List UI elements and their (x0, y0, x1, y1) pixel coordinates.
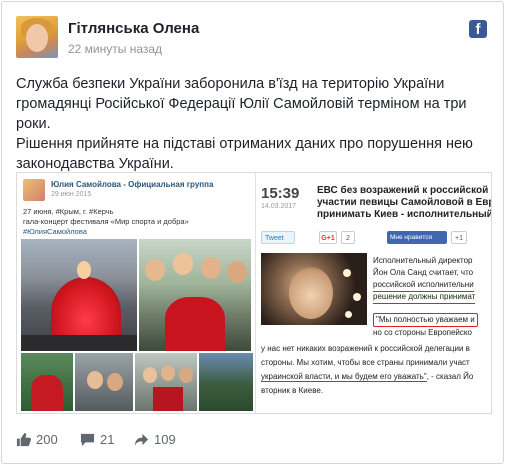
vk-group-avatar (23, 179, 45, 201)
vk-group-name: Юлия Самойлова - Официальная группа (51, 180, 214, 189)
news-body-line-10: вторник в Киеве. (261, 386, 324, 395)
news-headline: ЕВС без возражений к российской де участ… (317, 185, 492, 221)
news-quote-start: "Мы полностью уважаем и (373, 313, 478, 327)
news-date: 14.03.2017 (261, 203, 297, 210)
comment-icon (80, 433, 95, 447)
likes-stat[interactable]: 200 (16, 432, 58, 447)
post-card: Гітлянська Олена 22 минуты назад f Служб… (1, 1, 504, 464)
news-body-line-9: украинской власти, и мы будем его уважат… (261, 371, 473, 383)
vk-line-3: #ЮлияСамойлова (23, 227, 87, 236)
news-headline-line-2: участии певицы Самойловой в Евро (317, 197, 492, 208)
vk-line-1: 27 июня, #Крым, г. #Керчь (23, 207, 114, 216)
shares-count: 109 (154, 432, 176, 447)
group-photo-large (139, 239, 251, 351)
news-screenshot: 15:39 14.03.2017 ЕВС без возражений к ро… (257, 173, 491, 413)
post-paragraph-1: Служба безпеки України заборонила в'їзд … (16, 76, 467, 132)
photo-thumb-4 (199, 353, 253, 411)
photo-thumb-1 (21, 353, 73, 411)
vk-screenshot: Юлия Самойлова - Официальная группа 29 и… (17, 173, 256, 413)
fb-like-button: Мне нравится (387, 231, 447, 244)
photo-thumb-2 (75, 353, 133, 411)
news-time: 15:39 (261, 185, 300, 202)
news-headline-line-1: ЕВС без возражений к российской де (317, 185, 492, 196)
photo-thumb-3 (135, 353, 197, 411)
news-quote-attribution: , - сказал Йо (426, 372, 474, 381)
news-body-line-4: решение должны принимат (373, 291, 476, 304)
post-timestamp[interactable]: 22 минуты назад (68, 42, 162, 56)
post-paragraph-2: Рішення прийняте на підставі отриманих д… (16, 136, 473, 172)
news-quote-underlined: украинской власти, и мы будем его уважат… (261, 372, 427, 382)
shares-stat[interactable]: 109 (134, 432, 176, 447)
news-body-line-7: у нас нет никаких возражений к российско… (261, 344, 470, 353)
thumbs-up-icon (16, 432, 31, 447)
concert-photo (21, 239, 137, 351)
likes-count: 200 (36, 432, 58, 447)
comments-stat[interactable]: 21 (80, 432, 114, 447)
post-text: Служба безпеки України заборонила в'їзд … (16, 74, 486, 174)
author-name[interactable]: Гітлянська Олена (68, 20, 199, 37)
news-body-line-8: стороны. Мы хотим, чтобы все страны прин… (261, 358, 470, 367)
author-avatar[interactable] (16, 16, 58, 58)
news-body-line-1: Исполнительный директор (373, 256, 473, 265)
news-body-line-6: но со стороны Европейско (373, 328, 472, 337)
google-plus-count: 2 (341, 231, 355, 244)
post-image[interactable]: Юлия Самойлова - Официальная группа 29 и… (16, 172, 492, 414)
news-body-line-2: Йон Ола Санд считает, что (373, 268, 474, 277)
news-photo (261, 253, 367, 325)
tweet-button: Tweet (261, 231, 295, 244)
facebook-icon: f (469, 20, 487, 38)
news-headline-line-3: принимать Киев - исполнительный д (317, 209, 492, 220)
share-icon (134, 433, 149, 447)
fb-like-count: +1 (451, 231, 467, 244)
vk-post-date: 29 июн 2015 (51, 191, 92, 198)
google-plus-button: G+1 (319, 231, 337, 244)
vk-line-2: гала-концерт фестиваля «Мир спорта и доб… (23, 217, 189, 226)
comments-count: 21 (100, 432, 115, 447)
